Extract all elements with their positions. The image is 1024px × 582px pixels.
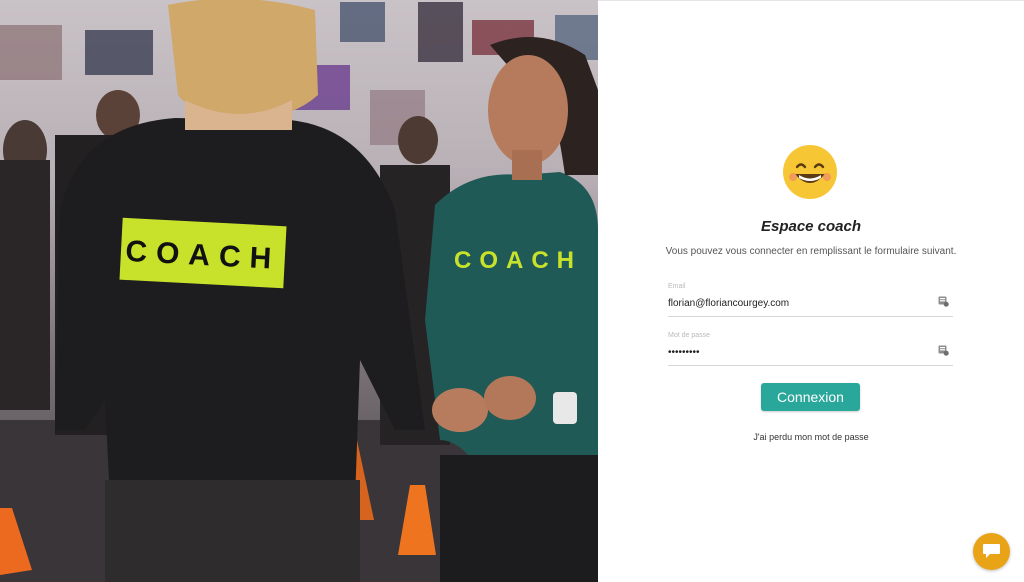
email-field: Email: [668, 283, 953, 317]
password-manager-icon[interactable]: [938, 296, 949, 307]
lost-password-link[interactable]: J'ai perdu mon mot de passe: [598, 432, 1024, 442]
password-field: Mot de passe: [668, 332, 953, 366]
form-instructions: Vous pouvez vous connecter en remplissan…: [665, 246, 957, 257]
email-label: Email: [668, 283, 686, 290]
page-title: Espace coach: [760, 218, 862, 235]
password-input[interactable]: [668, 344, 923, 360]
login-panel: Espace coach Vous pouvez vous connecter …: [598, 0, 1024, 582]
password-manager-icon[interactable]: [938, 345, 949, 356]
hero-photo-illustration: COACH COACH: [0, 0, 598, 582]
password-label: Mot de passe: [668, 332, 711, 339]
shirt-front-text: COACH: [454, 247, 582, 274]
chat-button[interactable]: [973, 533, 1010, 570]
login-button[interactable]: Connexion: [761, 383, 860, 411]
chat-bubble-icon: [983, 544, 1000, 558]
hero-photo: COACH COACH: [0, 0, 598, 582]
smiley-face-icon: [783, 145, 837, 199]
email-input[interactable]: [668, 295, 923, 311]
